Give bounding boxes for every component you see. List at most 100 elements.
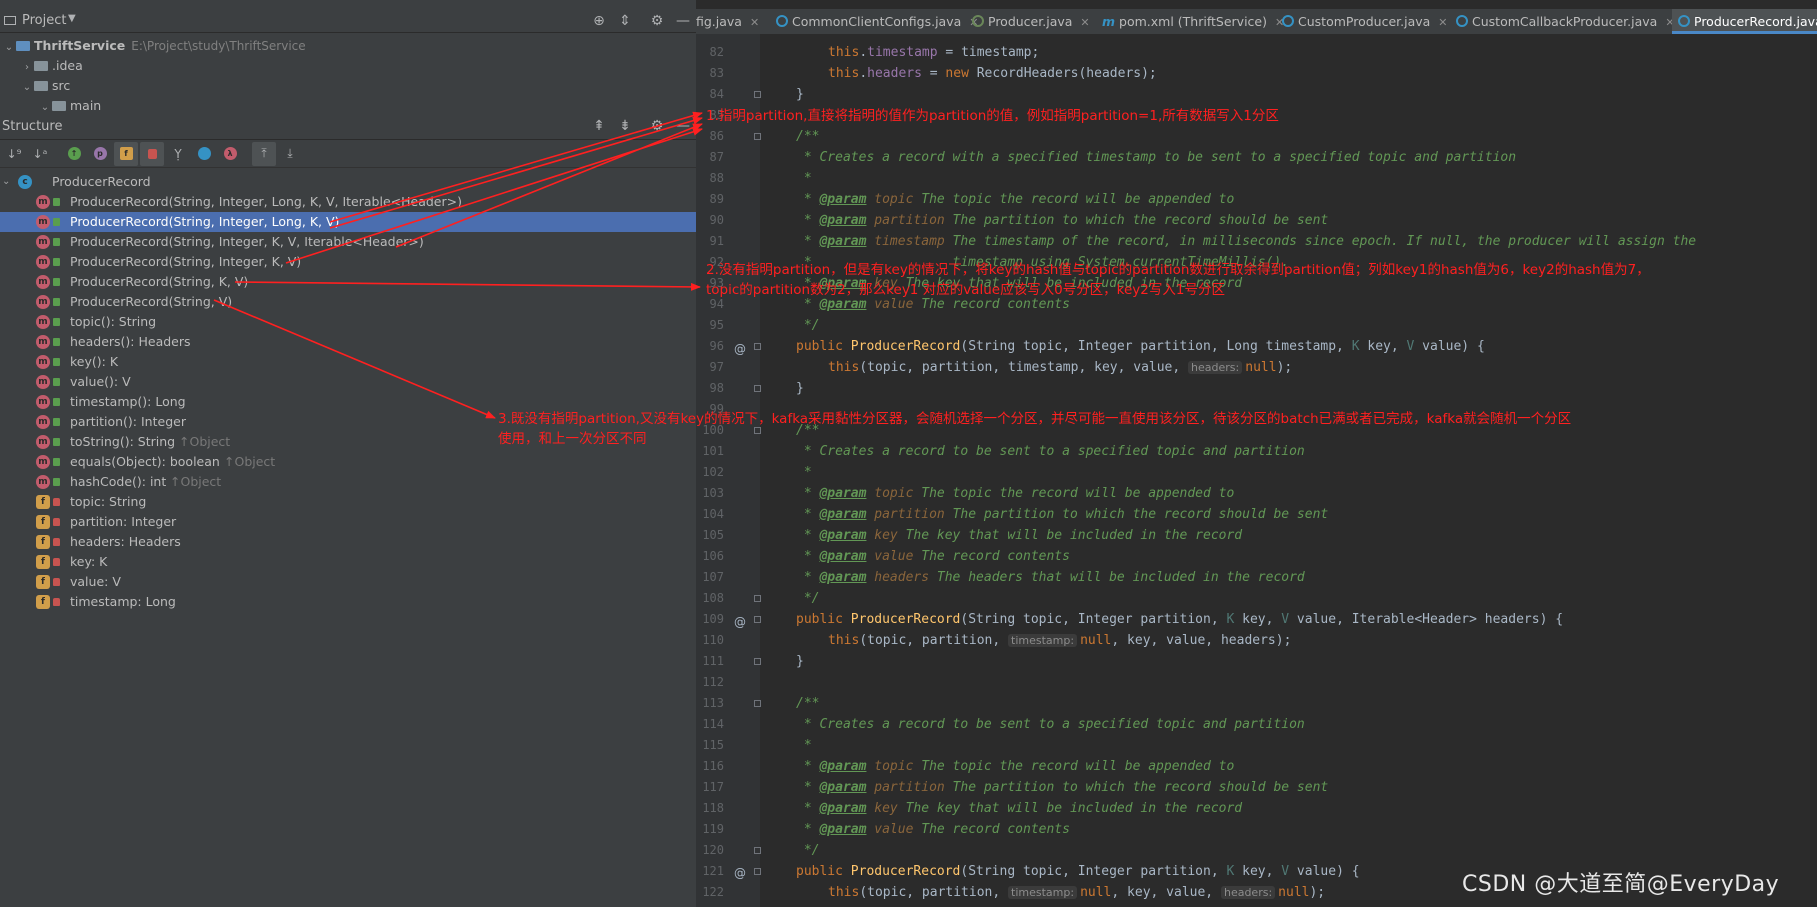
structure-tree: ⌄ c ProducerRecord m ProducerRecord(Strin… — [0, 168, 696, 907]
tab-producer-java[interactable]: Producer.java ✕ — [972, 9, 1090, 34]
structure-method-item[interactable]: m ProducerRecord(String, Integer, Long, K… — [0, 212, 696, 232]
fold-icon[interactable] — [754, 700, 761, 707]
show-hierarchy-icon[interactable]: Ỵ — [166, 142, 190, 166]
fold-icon[interactable] — [754, 868, 761, 875]
show-non-public-icon[interactable] — [140, 141, 164, 166]
tab-customproducer[interactable]: CustomProducer.java ✕ — [1282, 9, 1448, 34]
structure-method-item[interactable]: m hashCode(): int ↑Object — [0, 472, 696, 492]
line-number: 89 — [709, 192, 724, 206]
module-folder-icon — [16, 41, 30, 51]
tree-item-idea[interactable]: › .idea — [20, 56, 83, 76]
implemented-marker-icon[interactable]: @ — [734, 863, 746, 884]
chevron-down-icon[interactable]: ⌄ — [38, 98, 52, 112]
tree-item-main[interactable]: ⌄ main — [38, 96, 101, 112]
structure-field-item[interactable]: f partition: Integer — [0, 512, 696, 532]
structure-field-item[interactable]: f timestamp: Long — [0, 592, 696, 612]
fold-icon[interactable] — [754, 91, 761, 98]
collapse-all-icon[interactable]: ⇟ — [612, 114, 638, 138]
code-line-106: * @param value The record contents — [796, 549, 1070, 564]
structure-field-item[interactable]: f value: V — [0, 572, 696, 592]
show-properties-icon[interactable]: p — [88, 142, 112, 166]
tab-producerrecord-java[interactable]: ProducerRecord.java — [1672, 9, 1817, 34]
line-number: 107 — [702, 570, 724, 584]
tree-item-src[interactable]: ⌄ src — [20, 76, 70, 96]
chevron-right-icon[interactable]: › — [20, 58, 34, 78]
structure-method-item[interactable]: m ProducerRecord(String, Integer, Long, K… — [0, 192, 696, 212]
code-line-96: public ProducerRecord(String topic, Inte… — [796, 339, 1485, 354]
close-icon[interactable]: ✕ — [1438, 16, 1447, 29]
structure-field-item[interactable]: f topic: String — [0, 492, 696, 512]
chevron-down-icon[interactable]: ⌄ — [20, 78, 34, 98]
fold-icon[interactable] — [754, 343, 761, 350]
tree-item-thriftservice[interactable]: ⌄ ThriftService E:\Project\study\ThriftSer… — [2, 36, 306, 56]
tab-pom-xml[interactable]: m pom.xml (ThriftService) ✕ — [1102, 9, 1284, 34]
editor-tab-bar: fig.java ✕ CommonClientConfigs.java ✕ Prod… — [696, 9, 1817, 35]
structure-method-item[interactable]: m ProducerRecord(String, Integer, K, V, I… — [0, 232, 696, 252]
public-access-icon — [53, 358, 60, 366]
show-fields-icon[interactable]: f — [114, 141, 138, 166]
private-lock-icon — [53, 558, 60, 566]
autoscroll-from-source-icon[interactable]: ⤓ — [278, 142, 302, 166]
annotation-3-line-1: 3.既没有指明partition,又没有key的情况下，kafka采用黏性分区器… — [498, 411, 1572, 427]
private-lock-icon — [53, 598, 60, 606]
show-lambdas-icon[interactable]: λ — [218, 142, 242, 166]
structure-method-item[interactable]: m value(): V — [0, 372, 696, 392]
code-line-98: } — [796, 381, 804, 396]
structure-method-item[interactable]: m key(): K — [0, 352, 696, 372]
fold-icon[interactable] — [754, 847, 761, 854]
structure-item-label: hashCode(): int — [70, 474, 167, 489]
public-access-icon — [53, 398, 60, 406]
chevron-down-icon[interactable]: ▼ — [68, 13, 76, 24]
code-line-86: /** — [796, 129, 820, 144]
sort-visibility-icon[interactable]: ↓⁹ — [2, 142, 26, 166]
method-icon: m — [36, 455, 50, 469]
code-line-84: } — [796, 87, 804, 102]
gear-icon[interactable]: ⚙ — [644, 9, 670, 33]
collapse-all-icon[interactable]: ⇕ — [612, 9, 638, 33]
structure-method-item[interactable]: m topic(): String — [0, 312, 696, 332]
gear-icon[interactable]: ⚙ — [644, 114, 670, 138]
sort-alpha-icon[interactable]: ↓ᵃ — [28, 142, 52, 166]
tab-fig-java[interactable]: fig.java ✕ — [696, 9, 771, 34]
hide-icon[interactable]: — — [670, 114, 696, 138]
close-icon[interactable]: ✕ — [750, 16, 759, 29]
close-icon[interactable]: ✕ — [1080, 16, 1089, 29]
tab-customcallbackproducer[interactable]: CustomCallbackProducer.java ✕ — [1456, 9, 1675, 34]
structure-method-item[interactable]: m timestamp(): Long — [0, 392, 696, 412]
chevron-down-icon[interactable]: ⌄ — [2, 38, 16, 58]
structure-method-item[interactable]: m equals(Object): boolean ↑Object — [0, 452, 696, 472]
fold-icon[interactable] — [754, 385, 761, 392]
structure-method-item[interactable]: m headers(): Headers — [0, 332, 696, 352]
line-number: 103 — [702, 486, 724, 500]
implemented-marker-icon[interactable]: @ — [734, 339, 746, 360]
structure-method-item[interactable]: m ProducerRecord(String, K, V) — [0, 272, 696, 292]
fold-icon[interactable] — [754, 595, 761, 602]
fold-icon[interactable] — [754, 616, 761, 623]
structure-method-item[interactable]: m ProducerRecord(String, Integer, K, V) — [0, 252, 696, 272]
structure-root-class[interactable]: ⌄ c ProducerRecord — [0, 172, 696, 192]
tree-item-label: src — [52, 78, 71, 93]
structure-field-item[interactable]: f key: K — [0, 552, 696, 572]
line-number: 82 — [709, 45, 724, 59]
autoscroll-to-source-icon[interactable]: ⤒ — [252, 141, 276, 166]
class-icon — [776, 15, 788, 27]
show-inherited-icon[interactable]: ↑ — [62, 142, 86, 166]
chevron-down-icon[interactable]: ⌄ — [2, 172, 10, 192]
tab-commonclientconfigs[interactable]: CommonClientConfigs.java ✕ — [776, 9, 979, 34]
tab-label: CustomProducer.java — [1298, 14, 1431, 29]
hide-icon[interactable]: — — [670, 9, 696, 33]
structure-method-item[interactable]: m ProducerRecord(String, V) — [0, 292, 696, 312]
code-line-83: this.headers = new RecordHeaders(headers… — [828, 66, 1157, 81]
fold-icon[interactable] — [754, 133, 761, 140]
project-panel-title[interactable]: Project — [22, 13, 66, 28]
implemented-marker-icon[interactable]: @ — [734, 612, 746, 633]
code-line-91: * @param timestamp The timestamp of the … — [796, 234, 1697, 249]
expand-all-icon[interactable]: ⇞ — [586, 114, 612, 138]
structure-item-label: value(): V — [70, 374, 131, 389]
code-line-97: this(topic, partition, timestamp, key, v… — [828, 360, 1293, 375]
structure-field-item[interactable]: f headers: Headers — [0, 532, 696, 552]
fold-icon[interactable] — [754, 658, 761, 665]
line-number: 111 — [702, 654, 724, 668]
locate-icon[interactable]: ⊕ — [586, 9, 612, 33]
show-anonymous-icon[interactable] — [192, 142, 216, 166]
